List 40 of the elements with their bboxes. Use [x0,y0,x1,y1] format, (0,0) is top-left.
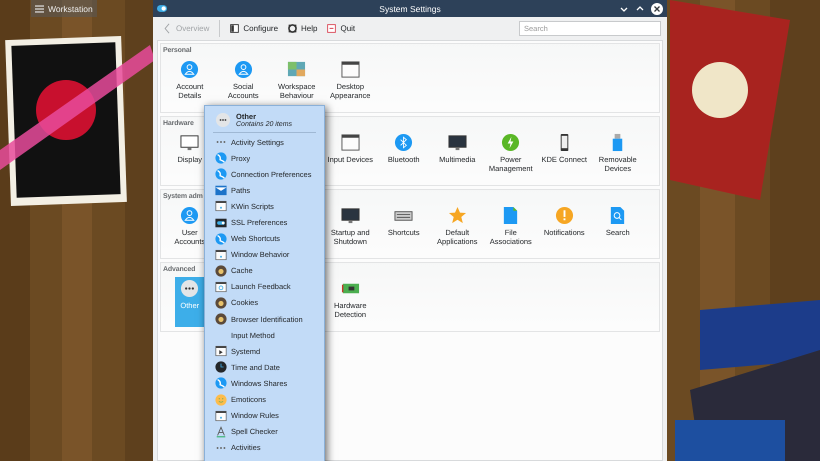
menu-icon [35,4,44,12]
window-icon [215,200,227,212]
folder-icon [215,184,227,196]
window-icon [340,133,360,152]
toggle-icon [157,5,167,12]
globe-icon [215,377,227,390]
window-icon [287,60,306,79]
warning-icon [554,206,574,225]
help-icon [288,24,298,33]
window-icon [215,280,227,293]
quit-button[interactable]: Quit [323,22,360,35]
clock-icon [215,361,227,374]
star-icon [448,206,467,225]
window-icon [340,60,360,79]
monitor-icon [180,133,200,152]
window-icon [215,410,227,422]
monitor-icon [340,206,360,225]
user-icon [180,206,200,225]
quit-icon [327,24,336,33]
configure-button[interactable]: Configure [226,22,282,35]
monitor-icon [448,133,467,152]
user-icon [234,60,253,79]
close-button[interactable] [651,2,663,14]
more-icon [216,113,230,127]
globe-icon [215,152,227,164]
play-icon [215,345,227,358]
globe-icon [215,168,227,180]
toggle-icon [215,216,227,229]
user-icon [180,60,200,79]
window-icon [215,248,227,261]
more-icon [180,279,200,298]
panel-icon [230,24,240,33]
help-button[interactable]: Help [284,22,322,35]
smiley-icon [215,394,227,406]
globe-icon [215,232,227,245]
power-icon [501,133,520,152]
bluetooth-icon [394,133,414,152]
window-title: System Settings [379,4,441,14]
panel-button[interactable]: Workstation [31,0,97,17]
spell-check-icon [215,426,227,438]
